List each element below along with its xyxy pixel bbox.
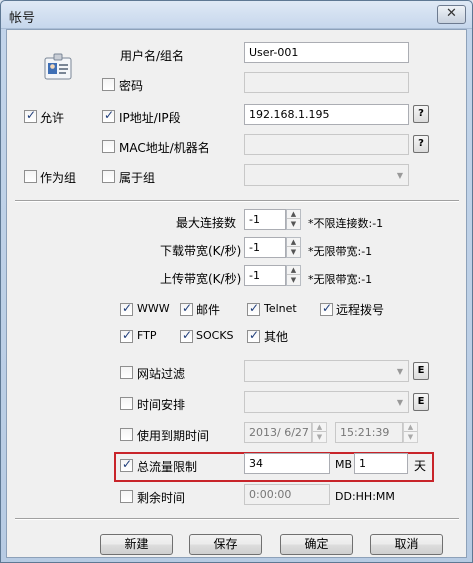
new-button[interactable]: 新建 [100,534,173,555]
traffic-days-input[interactable]: 1 [354,453,408,474]
expiry-label: 使用到期时间 [137,429,210,443]
separator [15,518,459,520]
mac-help-button[interactable]: ? [413,135,429,153]
traffic-unit-label: MB [335,458,353,471]
upload-input[interactable]: -1 [244,265,286,286]
service-other-checkbox[interactable] [247,328,260,343]
expiry-time-input[interactable]: 15:21:39 [335,422,403,443]
mac-checkbox[interactable] [102,140,115,153]
site-filter-label: 网站过滤 [137,367,186,381]
site-filter-checkbox[interactable] [120,366,133,379]
traffic-days-unit-label: 天 [414,459,427,473]
dialog-body: 用户名/组名 User-001 密码 允许 IP地址/IP段 192.168.1… [6,29,467,558]
ip-input[interactable]: 192.168.1.195 [244,104,409,125]
upload-spinner[interactable]: ▲ ▼ [286,265,301,286]
schedule-edit-button[interactable]: E [413,393,429,411]
as-group-label: 作为组 [40,171,77,185]
traffic-limit-label: 总流量限制 [137,460,198,474]
chevron-down-icon: ▼ [396,398,403,407]
allow-checkbox[interactable] [24,108,37,123]
expiry-date-input[interactable]: 2013/ 6/27 [244,422,312,443]
upload-label: 上传带宽(K/秒) [160,272,242,286]
service-socks-label: SOCKS [196,329,234,342]
traffic-limit-checkbox[interactable] [120,457,133,472]
mac-label: MAC地址/机器名 [119,141,210,155]
group-select[interactable]: ▼ [244,164,409,186]
password-checkbox[interactable] [102,78,115,91]
max-conn-input[interactable]: -1 [244,209,286,230]
window-title: 帐号 [9,11,36,26]
service-www-label: WWW [137,302,170,315]
max-conn-note: *不限连接数:-1 [308,217,384,230]
username-label: 用户名/组名 [120,49,185,63]
expiry-time-spinner[interactable]: ▲ ▼ [403,422,418,443]
close-button[interactable]: ✕ [437,5,466,24]
save-button[interactable]: 保存 [189,534,262,555]
service-mail-checkbox[interactable] [180,301,193,316]
schedule-label: 时间安排 [137,398,186,412]
traffic-limit-input[interactable]: 34 [244,453,330,474]
allow-label: 允许 [40,111,65,125]
remaining-input[interactable]: 0:00:00 [244,484,330,505]
download-spinner[interactable]: ▲ ▼ [286,237,301,258]
ip-help-button[interactable]: ? [413,105,429,123]
ip-checkbox[interactable] [102,108,115,123]
service-www-checkbox[interactable] [120,301,133,316]
max-conn-spinner[interactable]: ▲ ▼ [286,209,301,230]
remaining-label: 剩余时间 [137,491,186,505]
schedule-checkbox[interactable] [120,397,133,410]
chevron-down-icon: ▼ [396,171,403,180]
max-conn-label: 最大连接数 [176,216,237,230]
password-input[interactable] [244,72,409,93]
remaining-checkbox[interactable] [120,490,133,503]
ok-button[interactable]: 确定 [280,534,353,555]
download-input[interactable]: -1 [244,237,286,258]
site-filter-edit-button[interactable]: E [413,362,429,380]
title-bar[interactable]: 帐号 ✕ [1,1,472,29]
service-dialup-checkbox[interactable] [320,301,333,316]
service-telnet-label: Telnet [264,302,297,315]
account-dialog: 帐号 ✕ 用户名/组名 User-001 密码 允许 IP地址/IP段 192.… [0,0,473,563]
download-note: *无限带宽:-1 [308,245,373,258]
service-dialup-label: 远程拨号 [336,303,385,317]
mac-input[interactable] [244,134,409,155]
service-ftp-checkbox[interactable] [120,328,133,343]
service-telnet-checkbox[interactable] [247,301,260,316]
belongs-checkbox[interactable] [102,170,115,183]
service-socks-checkbox[interactable] [180,328,193,343]
separator [15,200,459,202]
id-card-icon [44,53,72,80]
chevron-down-icon: ▼ [396,367,403,376]
upload-note: *无限带宽:-1 [308,273,373,286]
expiry-checkbox[interactable] [120,428,133,441]
cancel-button[interactable]: 取消 [370,534,443,555]
schedule-select[interactable]: ▼ [244,391,409,413]
service-ftp-label: FTP [137,329,157,342]
expiry-date-spinner[interactable]: ▲ ▼ [312,422,327,443]
as-group-checkbox[interactable] [24,170,37,183]
site-filter-select[interactable]: ▼ [244,360,409,382]
username-input[interactable]: User-001 [244,42,409,63]
download-label: 下载带宽(K/秒) [160,244,242,258]
service-mail-label: 邮件 [196,303,221,317]
ip-label: IP地址/IP段 [119,111,181,125]
password-label: 密码 [119,79,144,93]
remaining-format-label: DD:HH:MM [335,490,395,503]
service-other-label: 其他 [264,330,289,344]
belongs-label: 属于组 [119,171,156,185]
